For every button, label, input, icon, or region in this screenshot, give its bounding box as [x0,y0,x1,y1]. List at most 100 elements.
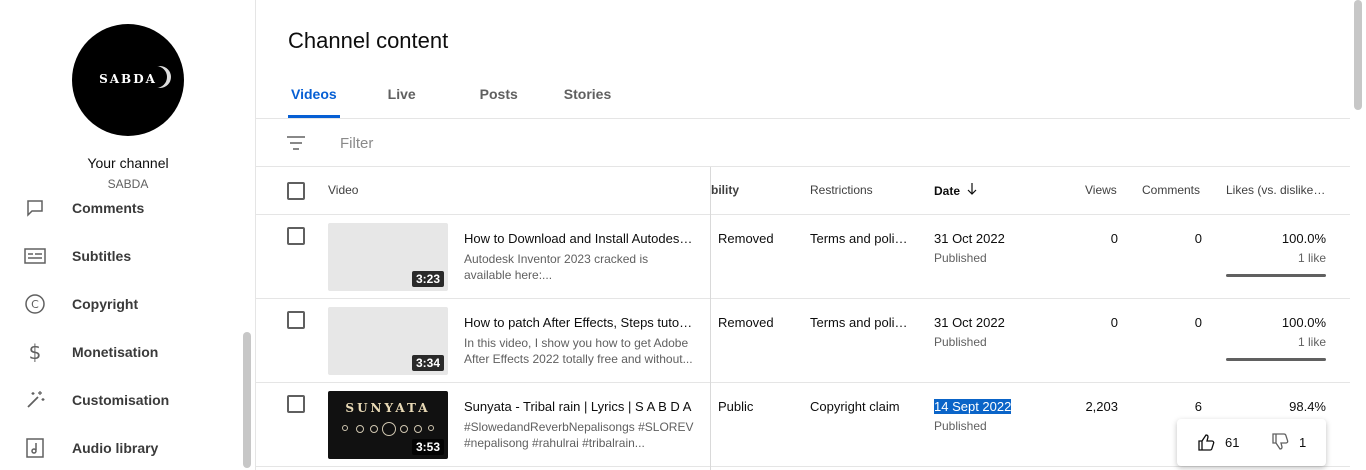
main-content: Channel content Videos Live Posts Storie… [256,0,1366,470]
sidebar-item-comments[interactable]: Comments [0,188,240,228]
restrictions-value[interactable]: Terms and policies [810,315,910,330]
publish-status: Published [934,335,987,349]
restrictions-value[interactable]: Terms and policies [810,231,910,246]
sidebar: SABDA Your channel SABDA Comments Subtit… [0,0,256,470]
channel-avatar[interactable]: SABDA [72,24,184,136]
sidebar-item-label: Subtitles [72,248,132,264]
magic-wand-icon [24,389,46,411]
row-checkbox[interactable] [287,395,305,413]
views-value: 2,203 [1085,399,1118,414]
table-row[interactable]: 3:23 How to Download and Install Autodes… [256,215,1350,299]
main-scrollbar[interactable] [1354,0,1362,110]
video-title[interactable]: How to patch After Effects, Steps tutori… [464,315,696,330]
select-all-checkbox[interactable] [287,182,305,200]
filter-bar [256,119,1350,167]
tab-bar: Videos Live Posts Stories [288,80,614,118]
column-date[interactable]: Date [934,183,977,198]
comments-value: 6 [1194,399,1202,414]
column-restrictions[interactable]: Restrictions [810,183,873,197]
column-video: Video [328,183,359,197]
page-title: Channel content [288,28,449,53]
publish-status: Published [934,251,987,265]
video-description: #SlowedandReverbNepalisongs #SLOREV #nep… [464,420,694,450]
column-visibility[interactable]: bility [711,183,739,197]
video-title[interactable]: How to Download and Install Autodesk Inv… [464,231,696,246]
audio-library-icon [24,437,46,459]
comments-icon [24,197,46,219]
video-description: In this video, I show you how to get Ado… [464,336,693,366]
likes-percent: 98.4% [1289,399,1326,414]
column-date-label: Date [934,184,961,198]
video-duration: 3:34 [411,355,444,371]
column-comments[interactable]: Comments [1142,183,1200,197]
views-value: 0 [1110,315,1118,330]
sticky-column-divider [710,167,711,470]
restrictions-value[interactable]: Copyright claim [810,399,900,414]
date-value: 31 Oct 2022 [934,231,1005,246]
dollar-icon: $ [24,341,46,363]
likes-indicator: 61 [1197,431,1239,453]
youtube-studio-app: SABDA Your channel SABDA Comments Subtit… [0,0,1366,470]
visibility-value[interactable]: Removed [718,315,774,330]
video-thumbnail[interactable]: 3:34 [328,307,448,375]
visibility-value[interactable]: Removed [718,231,774,246]
video-thumbnail[interactable]: SUNYATA 3:53 [328,391,448,459]
likes-count: 61 [1225,434,1240,450]
table-header: Video bility Restrictions Date Views Com… [256,167,1350,215]
dislikes-count: 1 [1299,434,1307,450]
row-checkbox[interactable] [287,311,305,329]
visibility-value[interactable]: Public [718,399,753,414]
sort-arrow-down-icon [967,183,977,198]
sidebar-item-label: Copyright [72,296,139,312]
moon-logo-icon [145,66,167,88]
thumbs-up-icon [1198,434,1215,451]
thumbs-down-icon [1272,433,1289,450]
sidebar-item-label: Monetisation [72,344,159,360]
comments-value: 0 [1194,231,1202,246]
likes-count: 1 like [1297,251,1326,265]
sidebar-item-copyright[interactable]: C Copyright [0,284,240,324]
filter-icon[interactable] [286,135,306,151]
tab-live[interactable]: Live [385,80,419,118]
dislikes-indicator: 1 [1271,431,1306,453]
likes-count: 1 like [1297,335,1326,349]
video-thumbnail[interactable]: 3:23 [328,223,448,291]
sidebar-item-label: Audio library [72,440,159,456]
likes-ratio-bar [1226,358,1326,361]
svg-text:C: C [31,298,39,311]
table-row[interactable]: 3:34 How to patch After Effects, Steps t… [256,299,1350,383]
sidebar-item-customisation[interactable]: Customisation [0,380,240,420]
column-likes[interactable]: Likes (vs. dislike… [1226,183,1325,197]
tab-posts[interactable]: Posts [477,80,521,118]
likes-tooltip: 61 1 [1177,419,1326,466]
sidebar-scrollbar[interactable] [243,332,251,468]
your-channel-label[interactable]: Your channel [0,155,255,171]
date-value: 31 Oct 2022 [934,315,1005,330]
video-duration: 3:23 [411,271,444,287]
likes-percent: 100.0% [1281,231,1326,246]
column-views[interactable]: Views [1085,183,1117,197]
views-value: 0 [1110,231,1118,246]
sidebar-item-label: Comments [72,200,145,216]
comments-value: 0 [1194,315,1202,330]
tab-videos[interactable]: Videos [288,80,340,118]
sidebar-item-label: Customisation [72,392,170,408]
avatar-logo-text: SABDA [99,72,157,86]
likes-ratio-bar [1226,274,1326,277]
video-description: Autodesk Inventor 2023 cracked is availa… [464,252,649,282]
subtitles-icon [24,245,46,267]
sidebar-item-subtitles[interactable]: Subtitles [0,236,240,276]
publish-status: Published [934,419,987,433]
sidebar-item-monetisation[interactable]: $ Monetisation [0,332,240,372]
date-value: 14 Sept 2022 [934,399,1012,414]
tab-stories[interactable]: Stories [561,80,614,118]
filter-input[interactable] [340,131,640,155]
row-checkbox[interactable] [287,227,305,245]
copyright-icon: C [24,293,46,315]
likes-percent: 100.0% [1281,315,1326,330]
sidebar-item-audio-library[interactable]: Audio library [0,428,240,468]
thumbnail-title-text: SUNYATA [345,401,431,415]
svg-text:$: $ [29,341,42,363]
video-title[interactable]: Sunyata - Tribal rain | Lyrics | S A B D… [464,399,696,414]
video-duration: 3:53 [411,439,444,455]
